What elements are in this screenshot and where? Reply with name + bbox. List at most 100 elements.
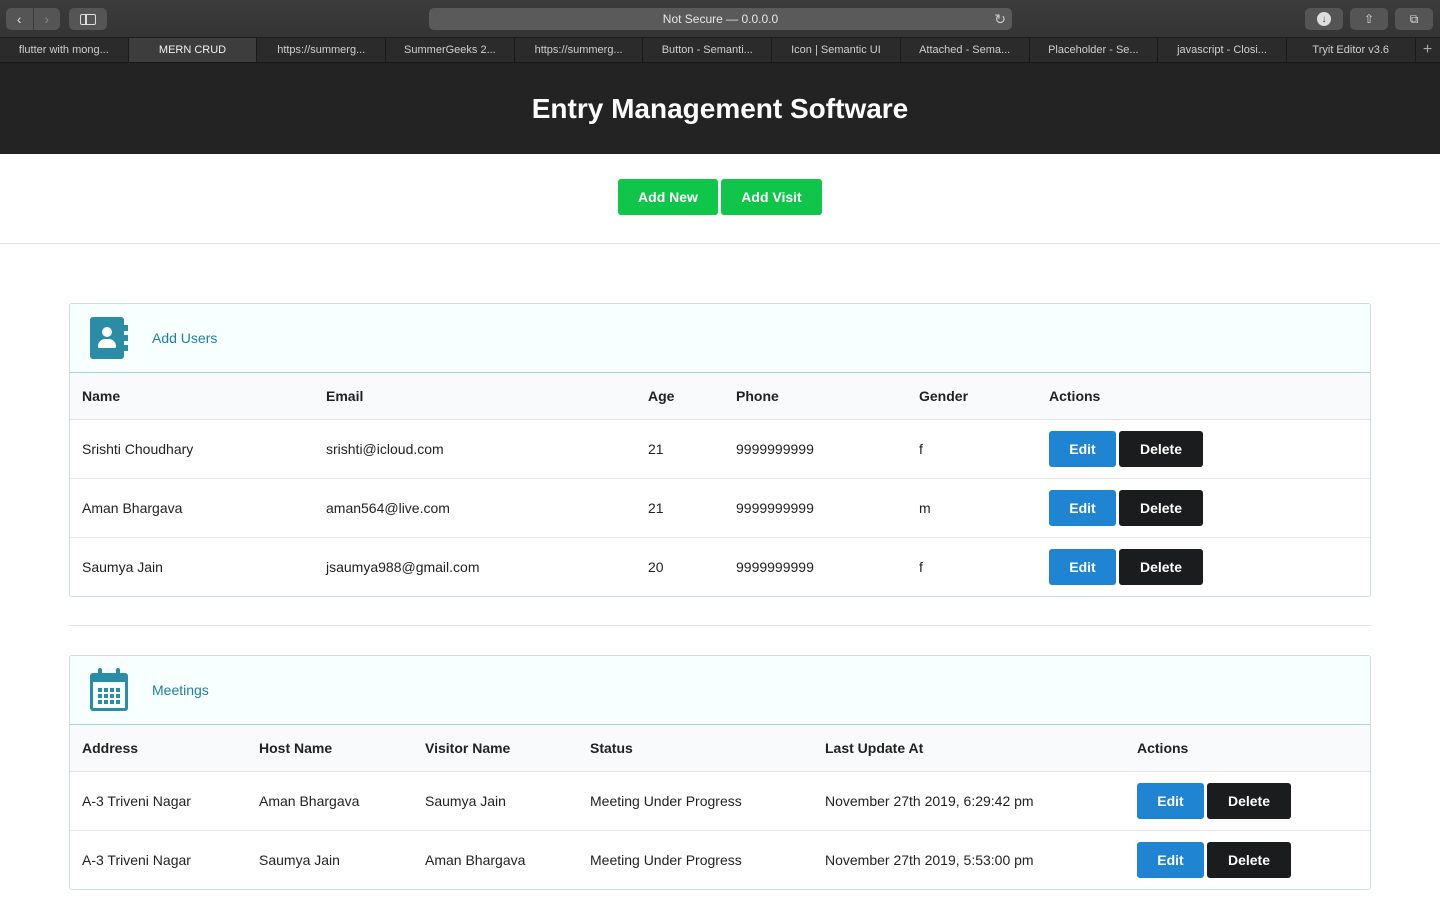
meeting-delete-button[interactable]: Delete [1207,841,1291,878]
page-title: Entry Management Software [531,92,909,124]
meetings-panel: Meetings Address Host Name Visitor Name Sta… [69,655,1371,890]
sidebar-toggle-button[interactable] [69,8,107,30]
meeting-edit-button[interactable]: Edit [1137,841,1204,878]
table-row: Aman Bhargava aman564@live.com 21 999999999… [70,478,1370,538]
browser-tab[interactable]: Tryit Editor v3.6 [1287,38,1416,62]
browser-tab[interactable]: SummerGeeks 2... [386,38,515,62]
meeting-visitor-cell: Saumya Jain [413,771,578,831]
actions-cell: Edit Delete [1037,537,1370,596]
user-age-cell: 20 [648,558,664,575]
share-icon: ⇧ [1363,12,1375,26]
column-header: Actions [1037,373,1370,420]
browser-tab[interactable]: https://summerg... [257,38,387,62]
meeting-status-cell: Meeting Under Progress [590,851,742,868]
browser-tab[interactable]: Icon | Semantic UI [772,38,901,62]
column-header: Phone [724,373,907,420]
browser-tab[interactable]: Placeholder - Se... [1030,38,1159,62]
users-table: Name Email Age Phone Gender Actions Srishti C… [70,373,1370,596]
column-header: Visitor Name [413,725,578,772]
actions-cell: Edit Delete [1037,478,1370,538]
column-header: Name [70,373,314,420]
meetings-panel-title: Meetings [152,682,209,698]
user-phone-cell: 9999999999 [724,419,907,479]
browser-tab[interactable]: Button - Semanti... [643,38,773,62]
nav-buttons: ‹ › [6,8,60,30]
users-panel: Add Users Name Email Age Phone Gender Actions… [69,303,1371,597]
meeting-host-cell: Saumya Jain [259,851,340,868]
meeting-visitor-cell: Aman Bhargava [425,851,526,868]
user-age-cell: 21 [636,419,724,479]
meeting-updated-cell: November 27th 2019, 5:53:00 pm [825,851,1034,868]
sidebar-icon [80,13,96,25]
meeting-delete-button[interactable]: Delete [1207,782,1291,819]
page-header: Entry Management Software [0,63,1440,154]
tab-overview-button[interactable]: ⧉ [1395,8,1433,30]
browser-tab[interactable]: Attached - Sema... [901,38,1030,62]
user-delete-button[interactable]: Delete [1119,430,1203,467]
meeting-address-cell: A-3 Triveni Nagar [82,851,191,868]
meeting-edit-button[interactable]: Edit [1137,782,1204,819]
users-panel-title: Add Users [152,330,218,346]
user-name-cell: Aman Bhargava [70,478,314,538]
column-header: Actions [1125,725,1370,772]
meetings-table: Address Host Name Visitor Name Status Last U… [70,725,1370,889]
column-header: Address [70,725,247,772]
add-new-button[interactable]: Add New [618,179,718,215]
primary-actions: Add New Add Visit [0,179,1440,215]
column-header: Age [636,373,724,420]
user-edit-button[interactable]: Edit [1049,489,1116,526]
browser-toolbar: ‹ › Not Secure — 0.0.0.0 ↻ ↓ ⇧ ⧉ [0,0,1440,38]
calendar-icon [90,668,128,712]
tab-bar: flutter with mong... MERN CRUD https://sum… [0,38,1440,63]
meeting-updated-cell: November 27th 2019, 6:29:42 pm [813,771,1125,831]
user-email-cell: srishti@icloud.com [314,419,636,479]
column-header: Host Name [247,725,413,772]
divider [69,625,1371,626]
user-email-cell: jsaumya988@gmail.com [326,558,480,575]
address-bar[interactable]: Not Secure — 0.0.0.0 ↻ [429,8,1012,30]
table-row: A-3 Triveni Nagar Aman Bhargava Saumya Jai… [70,771,1370,831]
user-delete-button[interactable]: Delete [1119,489,1203,526]
new-tab-plus-icon[interactable]: + [1416,38,1440,62]
browser-tab[interactable]: https://summerg... [515,38,644,62]
address-book-icon [90,317,128,359]
share-button[interactable]: ⇧ [1350,8,1388,30]
actions-cell: Edit Delete [1125,771,1370,831]
user-email-cell: aman564@live.com [314,478,636,538]
table-row: Srishti Choudhary srishti@icloud.com 21 999… [70,419,1370,479]
user-age-cell: 21 [636,478,724,538]
user-delete-button[interactable]: Delete [1119,548,1203,585]
back-arrow-icon[interactable]: ‹ [6,8,33,30]
table-row: Saumya Jain jsaumya988@gmail.com 20 9999999… [70,537,1370,596]
meeting-address-cell: A-3 Triveni Nagar [70,771,247,831]
forward-arrow-icon[interactable]: › [32,8,61,30]
meetings-panel-header: Meetings [70,656,1370,725]
address-text: Not Secure — 0.0.0.0 [662,12,779,26]
users-panel-header: Add Users [70,304,1370,373]
user-phone-cell: 9999999999 [724,478,907,538]
meeting-status-cell: Meeting Under Progress [578,771,813,831]
user-edit-button[interactable]: Edit [1049,548,1116,585]
user-name-cell: Saumya Jain [82,558,163,575]
user-gender-cell: m [907,478,1037,538]
user-edit-button[interactable]: Edit [1049,430,1116,467]
column-header: Last Update At [813,725,1125,772]
actions-cell: Edit Delete [1037,419,1370,479]
user-gender-cell: f [907,419,1037,479]
user-name-cell: Srishti Choudhary [70,419,314,479]
browser-tab[interactable]: flutter with mong... [0,38,129,62]
reload-icon[interactable]: ↻ [994,11,1006,28]
user-phone-cell: 9999999999 [736,558,814,575]
column-header: Gender [907,373,1037,420]
tab-overview-icon: ⧉ [1409,11,1419,26]
browser-tab[interactable]: javascript - Closi... [1158,38,1287,62]
table-row: A-3 Triveni Nagar Saumya Jain Aman Bhargav… [70,830,1370,889]
user-gender-cell: f [919,558,923,575]
add-visit-button[interactable]: Add Visit [721,179,822,215]
meeting-host-cell: Aman Bhargava [247,771,413,831]
downloads-button[interactable]: ↓ [1305,8,1343,30]
actions-cell: Edit Delete [1125,830,1370,889]
column-header: Email [314,373,636,420]
download-icon: ↓ [1317,12,1331,26]
browser-tab[interactable]: MERN CRUD [128,38,258,62]
